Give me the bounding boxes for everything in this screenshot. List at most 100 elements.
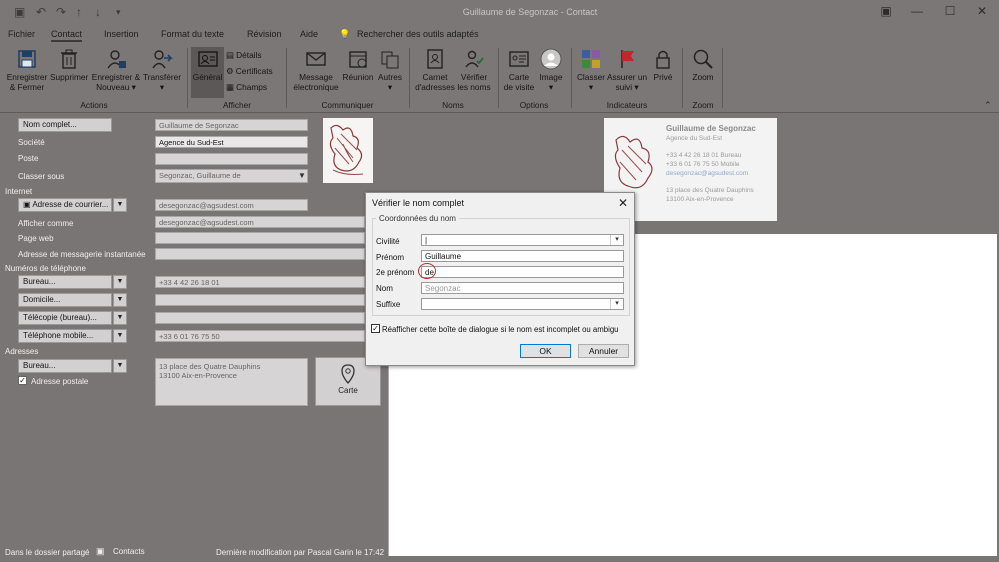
- general-view-button[interactable]: Général: [191, 47, 224, 98]
- lock-icon: [656, 50, 670, 69]
- business-card-label-1: Carte: [508, 72, 530, 82]
- cancel-button[interactable]: Annuler: [578, 344, 629, 358]
- forward-icon: [152, 50, 173, 69]
- address-book-button[interactable]: Carnet d'adresses: [413, 48, 457, 92]
- web-page-field[interactable]: [155, 232, 365, 244]
- phone-home-dropdown[interactable]: ▼: [113, 293, 127, 307]
- close-button[interactable]: ✕: [972, 4, 992, 18]
- file-as-combo[interactable]: Segonzac, Guillaume de: [155, 169, 308, 183]
- follow-up-button[interactable]: Assurer un suivi ▾: [605, 48, 649, 92]
- card-name: Guillaume de Segonzac: [666, 124, 756, 133]
- check-names-icon: [465, 50, 484, 68]
- address-field[interactable]: 13 place des Quatre Dauphins 13100 Aix-e…: [155, 358, 308, 406]
- details-button[interactable]: ▤ Détails: [226, 50, 262, 60]
- email-type-dropdown[interactable]: ▼: [113, 198, 127, 212]
- phone-home-button[interactable]: Domicile...: [18, 293, 112, 307]
- civility-dropdown-icon[interactable]: ▾: [610, 235, 623, 245]
- phone-fax-field[interactable]: [155, 312, 365, 324]
- address-type-dropdown[interactable]: ▼: [113, 359, 127, 373]
- business-card-button[interactable]: Carte de visite: [502, 48, 536, 92]
- save-icon[interactable]: ▣: [14, 5, 25, 19]
- email-type-label: Adresse de courrier...: [32, 200, 109, 209]
- dialog-close-button[interactable]: ✕: [618, 196, 628, 210]
- certificates-button[interactable]: ⚙ Certificats: [226, 66, 273, 76]
- email-type-button[interactable]: ▣ Adresse de courrier...: [18, 198, 112, 212]
- forward-button[interactable]: Transférer ▾: [142, 48, 182, 92]
- undo-icon[interactable]: ↶: [36, 5, 46, 19]
- zoom-button[interactable]: Zoom: [687, 48, 719, 82]
- zoom-label: Zoom: [692, 72, 714, 82]
- customize-qat-icon[interactable]: ▾: [116, 7, 121, 18]
- tab-review[interactable]: Révision: [247, 29, 282, 39]
- reshow-dialog-label: Réafficher cette boîte de dialogue si le…: [382, 325, 619, 334]
- up-arrow-icon[interactable]: ↑: [76, 5, 82, 19]
- phone-home-field[interactable]: [155, 294, 365, 306]
- delete-button[interactable]: Supprimer: [50, 48, 88, 82]
- address-type-button[interactable]: Bureau...: [18, 359, 112, 373]
- email-field[interactable]: desegonzac@agsudest.com: [155, 199, 308, 211]
- first-name-field[interactable]: Guillaume: [421, 250, 624, 262]
- full-name-field[interactable]: Guillaume de Segonzac: [155, 119, 308, 131]
- phone-mobile-button[interactable]: Téléphone mobile...: [18, 329, 112, 343]
- ribbon-display-options-icon[interactable]: ▣: [876, 4, 896, 18]
- save-close-label-1: Enregistrer: [6, 72, 48, 82]
- job-title-field[interactable]: [155, 153, 308, 165]
- phone-business-dropdown[interactable]: ▼: [113, 275, 127, 289]
- im-address-field[interactable]: [155, 248, 365, 260]
- tell-me-search[interactable]: Rechercher des outils adaptés: [357, 29, 479, 39]
- folder-name-link[interactable]: Contacts: [113, 547, 145, 556]
- company-field[interactable]: Agence du Sud-Est: [155, 136, 308, 148]
- ribbon-separator: [187, 48, 188, 108]
- first-name-label: Prénom: [376, 253, 405, 262]
- tab-file[interactable]: Fichier: [8, 29, 35, 39]
- fields-button[interactable]: ▦ Champs: [226, 82, 267, 92]
- ok-button[interactable]: OK: [520, 344, 571, 358]
- file-as-dropdown-icon[interactable]: ▼: [298, 171, 306, 180]
- redo-icon[interactable]: ↷: [56, 5, 66, 19]
- phone-business-button[interactable]: Bureau...: [18, 275, 112, 289]
- contacts-folder-icon: ▣: [96, 546, 105, 556]
- civility-combo[interactable]: | ▾: [421, 234, 624, 246]
- phone-mobile-field[interactable]: +33 6 01 76 75 50: [155, 330, 365, 342]
- more-communicate-button[interactable]: Autres ▾: [375, 48, 405, 92]
- contact-photo[interactable]: [323, 118, 373, 183]
- maximize-button[interactable]: ☐: [940, 4, 960, 18]
- suffix-dropdown-icon[interactable]: ▾: [610, 299, 623, 309]
- phone-mobile-dropdown[interactable]: ▼: [113, 329, 127, 343]
- collapse-ribbon-icon[interactable]: ⌃: [984, 100, 992, 111]
- phone-fax-dropdown[interactable]: ▼: [113, 311, 127, 325]
- meeting-button[interactable]: Réunion: [341, 48, 375, 82]
- zoom-group-label: Zoom: [692, 100, 714, 110]
- last-name-field[interactable]: Segonzac: [421, 282, 624, 294]
- check-names-button[interactable]: Vérifier les noms: [456, 48, 492, 92]
- tab-format-text[interactable]: Format du texte: [161, 29, 224, 39]
- minimize-button[interactable]: —: [907, 4, 927, 18]
- phone-business-field[interactable]: +33 4 42 26 18 01: [155, 276, 365, 288]
- down-arrow-icon[interactable]: ↓: [95, 5, 101, 19]
- email-label-2: électronique: [293, 82, 339, 92]
- show-group-label: Afficher: [223, 100, 251, 110]
- more-label: Autres: [378, 72, 402, 82]
- picture-button[interactable]: Image ▾: [536, 48, 566, 92]
- email-button[interactable]: Message électronique: [290, 48, 342, 92]
- check-full-name-dialog: Vérifier le nom complet ✕ Coordonnées du…: [365, 192, 635, 366]
- tab-insert[interactable]: Insertion: [104, 29, 139, 39]
- private-button[interactable]: Privé: [648, 48, 678, 82]
- job-title-label: Poste: [18, 154, 39, 163]
- tab-contact[interactable]: Contact: [51, 29, 83, 42]
- internet-section-title: Internet: [5, 187, 33, 196]
- save-new-button[interactable]: Enregistrer & Nouveau ▾: [90, 48, 142, 92]
- ribbon-separator: [286, 48, 287, 108]
- save-close-button[interactable]: Enregistrer & Fermer: [5, 48, 49, 92]
- display-as-field[interactable]: desegonzac@agsudest.com: [155, 216, 365, 228]
- middle-name-field[interactable]: de: [421, 266, 624, 278]
- tab-help[interactable]: Aide: [300, 29, 318, 39]
- full-name-button[interactable]: Nom complet...: [18, 118, 112, 132]
- phone-fax-button[interactable]: Télécopie (bureau)...: [18, 311, 112, 325]
- map-pin-icon: [341, 364, 355, 384]
- reshow-dialog-checkbox[interactable]: ✓: [371, 324, 380, 333]
- suffix-combo[interactable]: ▾: [421, 298, 624, 310]
- mailing-address-checkbox[interactable]: ✓: [18, 376, 27, 385]
- private-label: Privé: [653, 72, 673, 82]
- categorize-button[interactable]: Classer ▾: [575, 48, 607, 92]
